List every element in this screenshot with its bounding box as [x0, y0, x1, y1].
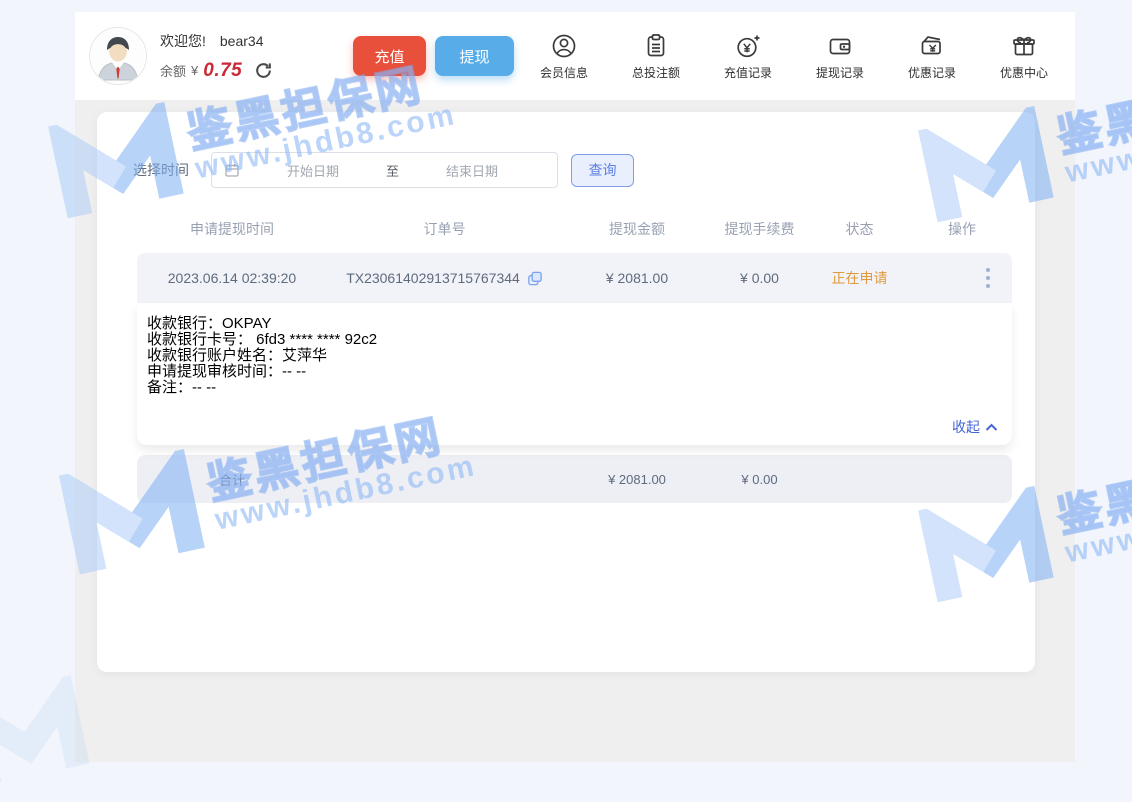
more-actions-icon[interactable]: [982, 264, 994, 292]
withdraw-records-card: 选择时间 开始日期 至 结束日期 查询 申请提现时间 订单号 提现金额 提现手: [97, 112, 1035, 672]
header-nav: 会员信息 总投注额: [530, 32, 1058, 81]
detail-remark: 备注：-- --: [147, 380, 1002, 396]
withdraw-button[interactable]: 提现: [435, 36, 514, 76]
filter-label: 选择时间: [133, 160, 189, 180]
currency-symbol: ¥: [191, 63, 198, 78]
summary-row: 合计 ¥ 2081.00 ¥ 0.00: [137, 455, 1012, 503]
recharge-record-icon: [734, 32, 762, 60]
total-bets-icon: [642, 32, 670, 60]
nav-item-recharge-record[interactable]: 充值记录: [714, 32, 782, 81]
nav-label: 提现记录: [816, 64, 864, 81]
calendar-icon: [224, 162, 240, 178]
promo-center-icon: [1010, 32, 1038, 60]
detail-review-time: 申请提现审核时间：-- --: [147, 364, 1002, 380]
detail-panel: 收款银行：OKPAY 收款银行卡号： 6fd3 **** **** 92c2 收…: [137, 303, 1012, 445]
date-range-separator: 至: [386, 161, 399, 180]
header-bar: 欢迎您! bear34 余额 ¥ 0.75 充值 提现: [75, 12, 1075, 100]
nav-label: 优惠中心: [1000, 64, 1048, 81]
main-column: 欢迎您! bear34 余额 ¥ 0.75 充值 提现: [75, 12, 1075, 762]
cell-apply-time: 2023.06.14 02:39:20: [137, 270, 327, 286]
detail-bank: 收款银行：OKPAY: [147, 316, 1002, 332]
col-header-ops: 操作: [912, 219, 1012, 239]
search-button[interactable]: 查询: [571, 154, 634, 187]
nav-item-total-bets[interactable]: 总投注额: [622, 32, 690, 81]
nav-label: 优惠记录: [908, 64, 956, 81]
summary-fee: ¥ 0.00: [712, 472, 807, 487]
collapse-label: 收起: [952, 417, 980, 437]
end-date-input[interactable]: 结束日期: [399, 161, 545, 180]
cell-fee: ¥ 0.00: [712, 270, 807, 286]
col-header-order-no: 订单号: [327, 219, 562, 239]
withdraw-record-icon: [826, 32, 854, 60]
nav-item-promo-record[interactable]: 优惠记录: [898, 32, 966, 81]
cell-amount: ¥ 2081.00: [562, 270, 712, 286]
detail-account-name: 收款银行账户姓名：艾萍华: [147, 348, 1002, 364]
status-badge: 正在申请: [807, 268, 912, 288]
user-info-block: 欢迎您! bear34 余额 ¥ 0.75: [160, 31, 353, 82]
withdraw-table: 申请提现时间 订单号 提现金额 提现手续费 状态 操作 2023.06.14 0…: [137, 210, 1012, 503]
table-header-row: 申请提现时间 订单号 提现金额 提现手续费 状态 操作: [137, 210, 1012, 248]
nav-label: 会员信息: [540, 64, 588, 81]
col-header-status: 状态: [807, 219, 912, 239]
nav-item-promo-center[interactable]: 优惠中心: [990, 32, 1058, 81]
date-range-input[interactable]: 开始日期 至 结束日期: [211, 152, 558, 188]
balance-label: 余额: [160, 61, 186, 80]
summary-amount: ¥ 2081.00: [562, 472, 712, 487]
nav-item-member-info[interactable]: 会员信息: [530, 32, 598, 81]
summary-label: 合计: [137, 470, 327, 489]
username: bear34: [220, 33, 264, 49]
cell-order-no: TX23061402913715767344: [327, 270, 562, 287]
detail-card-no: 收款银行卡号： 6fd3 **** **** 92c2: [147, 332, 1002, 348]
nav-label: 总投注额: [632, 64, 680, 81]
order-no-text: TX23061402913715767344: [346, 270, 520, 286]
nav-item-withdraw-record[interactable]: 提现记录: [806, 32, 874, 81]
member-info-icon: [550, 32, 578, 60]
avatar-person-icon: [90, 28, 146, 84]
promo-record-icon: [918, 32, 946, 60]
chevron-up-icon: [985, 419, 998, 435]
copy-icon[interactable]: [526, 270, 543, 287]
welcome-label: 欢迎您!: [160, 33, 206, 49]
col-header-amount: 提现金额: [562, 219, 712, 239]
recharge-button[interactable]: 充值: [353, 36, 426, 76]
start-date-input[interactable]: 开始日期: [240, 161, 386, 180]
refresh-icon[interactable]: [254, 61, 273, 80]
col-header-fee: 提现手续费: [712, 219, 807, 239]
nav-label: 充值记录: [724, 64, 772, 81]
cell-ops: [912, 264, 1012, 292]
collapse-link[interactable]: 收起: [952, 417, 998, 437]
col-header-apply-time: 申请提现时间: [137, 219, 327, 239]
table-row: 2023.06.14 02:39:20 TX230614029137157673…: [137, 253, 1012, 303]
balance-value: 0.75: [203, 60, 242, 82]
avatar: [89, 27, 147, 85]
filter-row: 选择时间 开始日期 至 结束日期 查询: [133, 112, 999, 188]
